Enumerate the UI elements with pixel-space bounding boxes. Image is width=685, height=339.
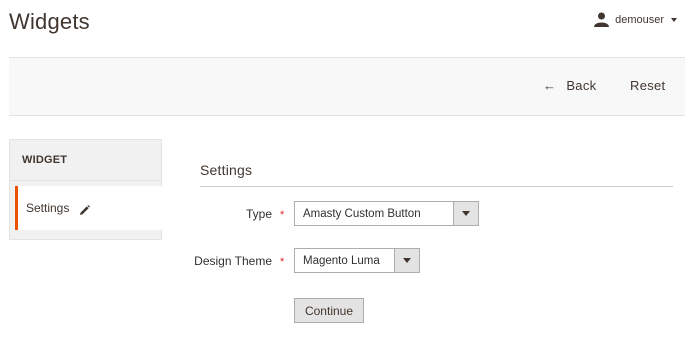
sidebar-item-label: Settings bbox=[26, 201, 70, 215]
select-arrow bbox=[453, 202, 478, 225]
reset-button[interactable]: Reset bbox=[630, 78, 665, 93]
chevron-down-icon bbox=[671, 17, 677, 22]
page-actions-bar: ← Back Reset bbox=[9, 57, 685, 116]
user-name: demouser bbox=[615, 13, 664, 26]
page-title: Widgets bbox=[9, 9, 90, 34]
sidebar-tabs: WIDGET Settings bbox=[9, 139, 162, 240]
required-mark: * bbox=[280, 256, 285, 268]
user-icon bbox=[594, 12, 610, 27]
pencil-icon bbox=[79, 203, 91, 215]
required-mark: * bbox=[280, 209, 285, 221]
fieldset-title: Settings bbox=[200, 162, 253, 178]
design-theme-select-value: Magento Luma bbox=[303, 254, 380, 267]
triangle-down-icon bbox=[403, 258, 411, 263]
user-menu[interactable]: demouser bbox=[594, 12, 677, 27]
back-button-label: Back bbox=[566, 78, 597, 93]
triangle-down-icon bbox=[462, 211, 470, 216]
continue-button[interactable]: Continue bbox=[294, 298, 364, 323]
sidebar-title: WIDGET bbox=[10, 140, 161, 181]
type-select-value: Amasty Custom Button bbox=[303, 207, 421, 220]
arrow-left-icon: ← bbox=[543, 78, 557, 93]
sidebar-item-settings[interactable]: Settings bbox=[15, 186, 162, 230]
fieldset-divider bbox=[200, 186, 673, 187]
type-select[interactable]: Amasty Custom Button bbox=[294, 201, 479, 226]
select-arrow bbox=[394, 249, 419, 272]
design-theme-select[interactable]: Magento Luma bbox=[294, 248, 420, 273]
type-label: Type bbox=[245, 207, 272, 221]
back-button[interactable]: ← Back bbox=[543, 78, 596, 93]
design-theme-label: Design Theme bbox=[194, 254, 272, 268]
